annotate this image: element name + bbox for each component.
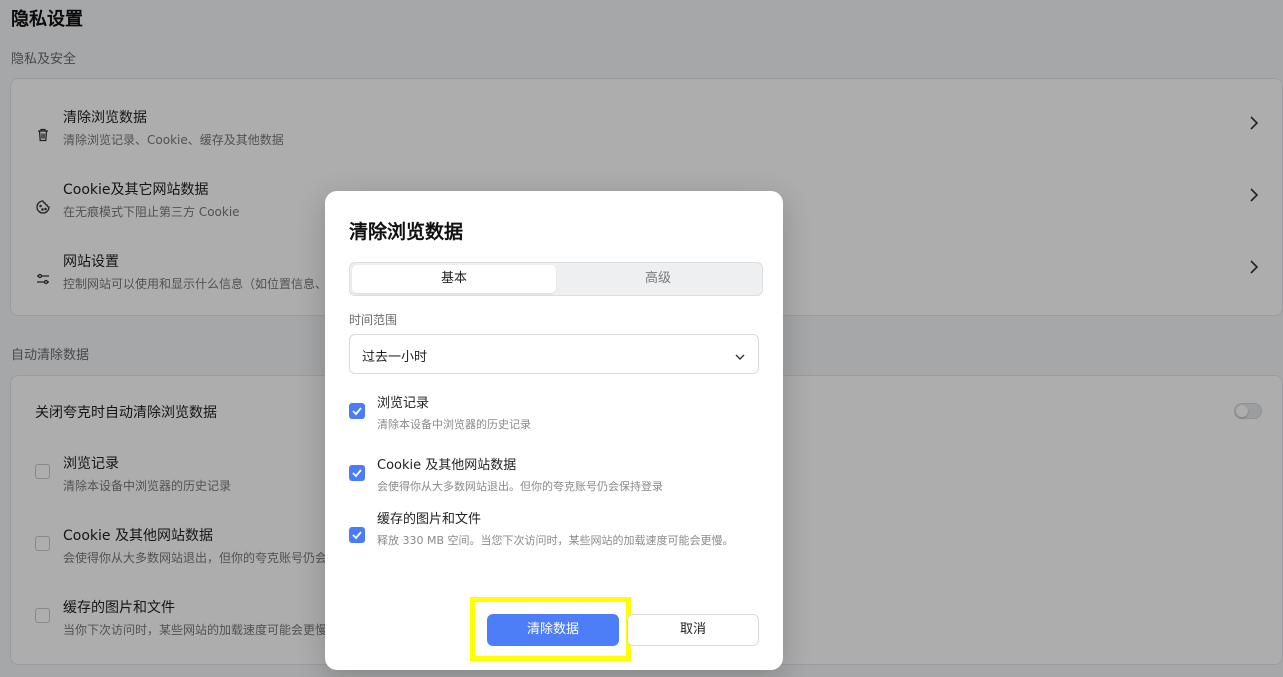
cancel-button[interactable]: 取消 — [627, 614, 759, 646]
dialog-tabs: 基本 高级 — [349, 262, 763, 296]
time-range-select[interactable]: 过去一小时 — [349, 334, 759, 374]
dialog-title: 清除浏览数据 — [349, 221, 464, 243]
tab-basic[interactable]: 基本 — [352, 265, 556, 293]
option-desc: 会使得你从大多数网站退出。但你的夸克账号仍会保持登录 — [377, 480, 663, 493]
option-checkbox-cookies[interactable] — [349, 465, 365, 481]
chevron-down-icon — [734, 348, 746, 360]
time-range-value: 过去一小时 — [362, 350, 428, 365]
option-checkbox-cache[interactable] — [349, 527, 365, 543]
option-desc: 清除本设备中浏览器的历史记录 — [377, 418, 531, 431]
option-checkbox-history[interactable] — [349, 403, 365, 419]
tab-advanced[interactable]: 高级 — [556, 265, 760, 293]
option-desc: 释放 330 MB 空间。当您下次访问时，某些网站的加载速度可能会更慢。 — [377, 534, 734, 547]
option-title: 缓存的图片和文件 — [377, 512, 482, 527]
clear-data-button[interactable]: 清除数据 — [487, 614, 619, 646]
option-title: Cookie 及其他网站数据 — [377, 458, 517, 473]
time-range-label: 时间范围 — [349, 313, 398, 327]
option-title: 浏览记录 — [377, 396, 430, 411]
